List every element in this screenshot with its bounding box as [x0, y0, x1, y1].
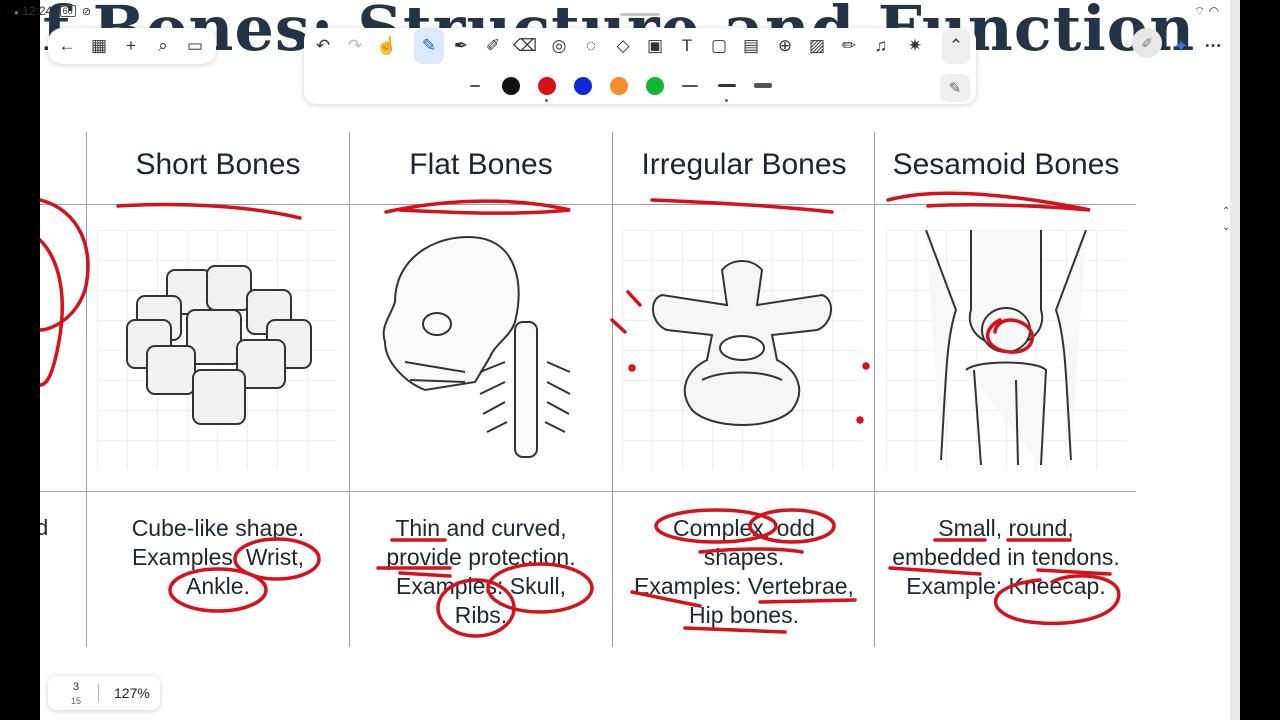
pen-color-orange[interactable] [610, 77, 628, 95]
ruler-icon[interactable]: ✏ [834, 28, 864, 64]
battery-icon: 66 [59, 5, 76, 17]
highlighter-icon[interactable]: ✐ [478, 28, 508, 64]
thickness-thin[interactable] [470, 85, 480, 87]
table-icon[interactable]: ▤ [736, 28, 766, 64]
ink-annotations[interactable] [40, 0, 1230, 720]
image-icon[interactable]: ▣ [640, 28, 670, 64]
undo-icon[interactable]: ↶ [308, 28, 338, 64]
layers-icon[interactable]: ▭ [180, 28, 210, 64]
scroll-up-icon[interactable]: ⌃ [1222, 206, 1230, 217]
pen-settings-icon[interactable]: ✎ [940, 74, 970, 102]
pen-color-green[interactable] [646, 77, 664, 95]
page-indicator-divider [98, 684, 99, 702]
selected-color-marker [545, 99, 548, 102]
page-current: 3 [72, 681, 80, 693]
zoom-icon[interactable]: ⊕ [770, 28, 800, 64]
lasso-icon[interactable]: ◎ [544, 28, 574, 64]
eraser-icon[interactable]: ⌫ [510, 28, 540, 64]
selected-thickness-marker [725, 99, 728, 102]
right-toolbar: ✐ ✦ ⋯ [1132, 28, 1228, 64]
more-options-icon[interactable]: ⋯ [1198, 28, 1228, 64]
fountain-pen-icon[interactable]: ✒ [446, 28, 476, 64]
status-time: 12:24 [22, 4, 53, 18]
wifi-icon: ⌔ ◠ [1194, 4, 1220, 18]
touch-pen-icon[interactable]: ☝ [372, 28, 402, 64]
status-bar: ● 12:24 66 ⊘ [14, 4, 92, 18]
ai-sparkle-icon[interactable]: ✦ [1166, 28, 1196, 64]
collapse-icon[interactable]: ⌃ [942, 28, 970, 64]
app-screen: of Bones: Structure and Function d Short… [40, 0, 1240, 720]
sticky-note-icon[interactable]: ▢ [704, 28, 734, 64]
pen-color-red[interactable] [538, 77, 556, 95]
text-icon[interactable]: T [672, 28, 702, 64]
scroll-track[interactable]: ⌃ ⌄ [1222, 0, 1240, 720]
document-page[interactable]: of Bones: Structure and Function d Short… [40, 0, 1230, 720]
page-indicator[interactable]: 3 15 127% [48, 676, 160, 710]
left-toolbar: ← ▦ + ⌕ ▭ [48, 28, 216, 64]
scroll-down-icon[interactable]: ⌄ [1222, 222, 1230, 233]
redo-icon[interactable]: ↷ [340, 28, 370, 64]
back-icon[interactable]: ← [52, 28, 82, 64]
thickness-fine[interactable] [682, 85, 698, 87]
page-total: 15 [70, 696, 81, 706]
plus-icon[interactable]: + [116, 28, 146, 64]
pen-color-blue[interactable] [574, 77, 592, 95]
pen-color-black[interactable] [502, 77, 520, 95]
chart-icon[interactable]: ▨ [802, 28, 832, 64]
magic-wand-icon[interactable]: ✷ [900, 28, 930, 64]
stylus-icon[interactable]: ✐ [1132, 28, 1162, 58]
shapes-icon[interactable]: ◇ [608, 28, 638, 64]
grid-icon[interactable]: ▦ [84, 28, 114, 64]
microphone-icon[interactable]: ♫ [866, 28, 896, 64]
zoom-level[interactable]: 127% [114, 685, 150, 701]
mute-icon: ⊘ [81, 6, 92, 18]
pen-icon[interactable]: ✎ [414, 28, 444, 64]
thickness-thick[interactable] [754, 83, 772, 88]
search-icon[interactable]: ⌕ [148, 28, 178, 64]
drag-handle[interactable] [620, 13, 660, 16]
thickness-medium-selected[interactable] [718, 84, 736, 87]
main-toolbar: ↶ ↷ ☝ ✎ ✒ ✐ ⌫ ◎ ◌ ◇ ▣ T ▢ ▤ ⊕ ▨ ✏ ♫ ✷ ⌃ … [304, 13, 976, 104]
speech-bubble-icon[interactable]: ◌ [576, 28, 606, 64]
